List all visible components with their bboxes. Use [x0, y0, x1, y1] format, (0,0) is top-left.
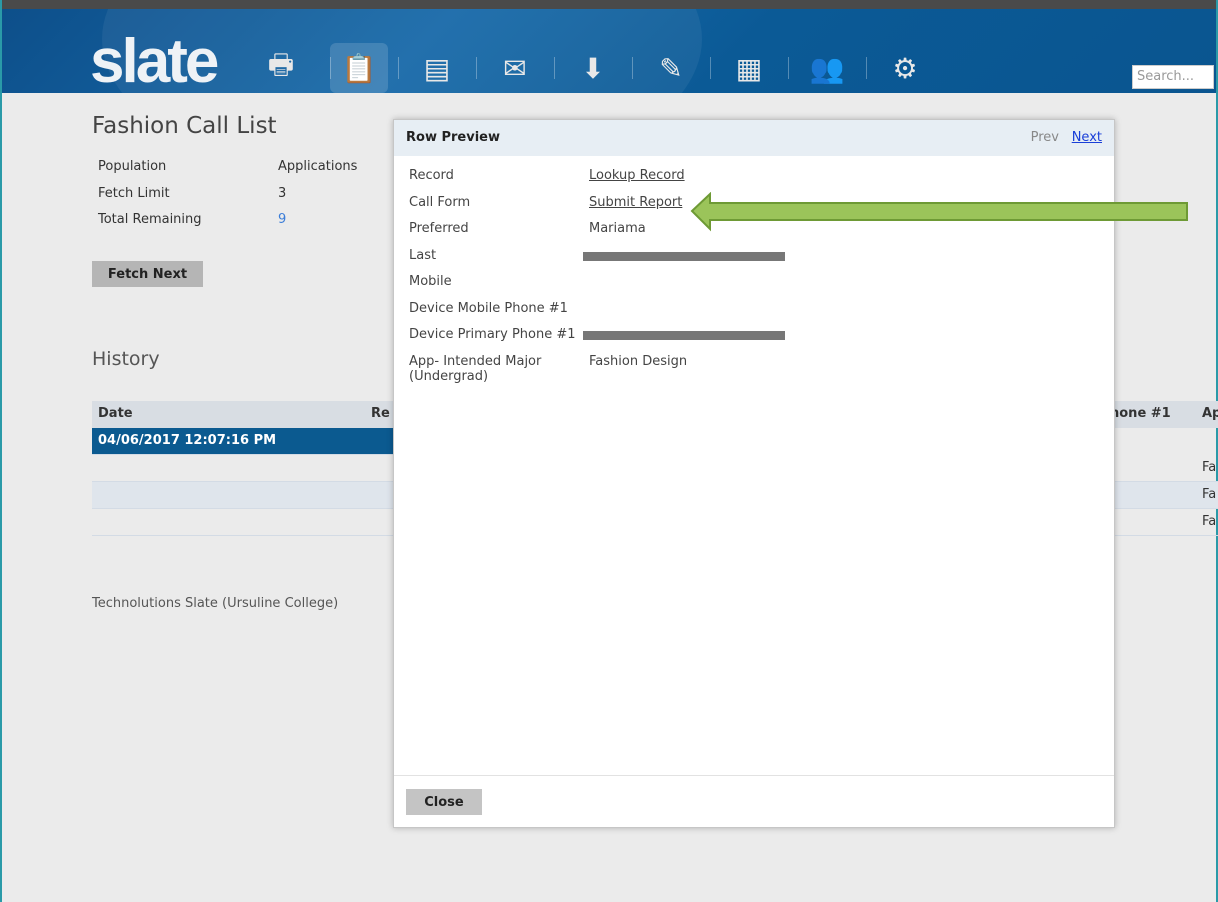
- cell-app: Fa: [1202, 487, 1217, 502]
- stat-label: Population: [98, 159, 167, 174]
- app-header: slate 🖶 📋 ▤ ✉ ⬇ ✎ ▦ 👥 ⚙ Search...: [2, 9, 1216, 93]
- mail-icon[interactable]: ✉: [476, 43, 554, 93]
- col-phone[interactable]: hone #1: [1110, 406, 1171, 421]
- lookup-record-link[interactable]: Lookup Record: [589, 168, 685, 195]
- print-icon[interactable]: 🖶: [242, 43, 320, 93]
- col-date[interactable]: Date: [98, 406, 133, 421]
- field-label: Record: [409, 168, 454, 183]
- next-link[interactable]: Next: [1072, 130, 1102, 145]
- inbox-download-icon[interactable]: ⬇: [554, 43, 632, 93]
- annotation-arrow-icon: [690, 192, 1188, 232]
- cell-date: 04/06/2017 12:07:16 PM: [98, 433, 277, 448]
- slate-logo[interactable]: slate: [90, 27, 219, 93]
- field-label: Device Primary Phone #1: [409, 327, 576, 342]
- field-label: Device Mobile Phone #1: [409, 300, 568, 316]
- cell-app: Fa: [1202, 514, 1217, 529]
- field-row: Record Lookup Record: [409, 168, 785, 195]
- field-row: Device Primary Phone #1: [409, 327, 785, 354]
- stat-value: 3: [278, 185, 287, 201]
- field-label: Preferred: [409, 221, 469, 236]
- queries-icon[interactable]: 📋: [330, 43, 388, 93]
- field-label: Mobile: [409, 274, 452, 289]
- table-row[interactable]: 04/06/2017 12:07:16 PM: [92, 428, 394, 455]
- window-titlebar: [2, 0, 1216, 9]
- gear-icon[interactable]: ⚙: [866, 43, 944, 93]
- reader-icon[interactable]: ✎: [632, 43, 710, 93]
- dialog-footer: Close: [394, 775, 1114, 827]
- prev-link[interactable]: Prev: [1031, 130, 1059, 145]
- stat-label: Fetch Limit: [98, 185, 170, 201]
- field-value: Fashion Design: [589, 353, 688, 369]
- dialog-header: Row Preview Prev Next: [394, 120, 1114, 156]
- search-input[interactable]: Search...: [1132, 65, 1214, 89]
- users-icon[interactable]: 👥: [788, 43, 866, 93]
- stats: Population Applications Fetch Limit 3 Tota…: [98, 154, 357, 234]
- close-button[interactable]: Close: [406, 789, 482, 815]
- footer-text: Technolutions Slate (Ursuline College): [92, 596, 339, 611]
- field-row: Mobile: [409, 274, 785, 301]
- stat-label: Total Remaining: [98, 212, 202, 227]
- dialog-title: Row Preview: [406, 130, 500, 145]
- field-label: Call Form: [409, 194, 471, 210]
- field-row: App- Intended Major (Undergrad) Fashion D…: [409, 354, 785, 384]
- stat-value: Applications: [278, 159, 358, 174]
- field-row: Device Mobile Phone #1: [409, 301, 785, 328]
- forms-icon[interactable]: ▤: [398, 43, 476, 93]
- history-title: History: [92, 348, 160, 370]
- col-app[interactable]: Ap: [1202, 406, 1218, 421]
- main-nav: 🖶 📋 ▤ ✉ ⬇ ✎ ▦ 👥 ⚙: [242, 43, 944, 93]
- redaction-bar: [583, 331, 785, 340]
- cell-app: Fa: [1202, 460, 1217, 475]
- submit-report-link[interactable]: Submit Report: [589, 195, 682, 222]
- calendar-icon[interactable]: ▦: [710, 43, 788, 93]
- total-remaining-link[interactable]: 9: [278, 207, 286, 234]
- field-label: App- Intended Major (Undergrad): [409, 353, 542, 384]
- page-title: Fashion Call List: [92, 113, 277, 139]
- fetch-next-button[interactable]: Fetch Next: [92, 261, 203, 287]
- col-record[interactable]: Re: [371, 406, 390, 421]
- field-row: Last: [409, 248, 785, 275]
- field-value: Mariama: [589, 221, 646, 236]
- redaction-bar: [583, 251, 785, 261]
- field-label: Last: [409, 247, 437, 263]
